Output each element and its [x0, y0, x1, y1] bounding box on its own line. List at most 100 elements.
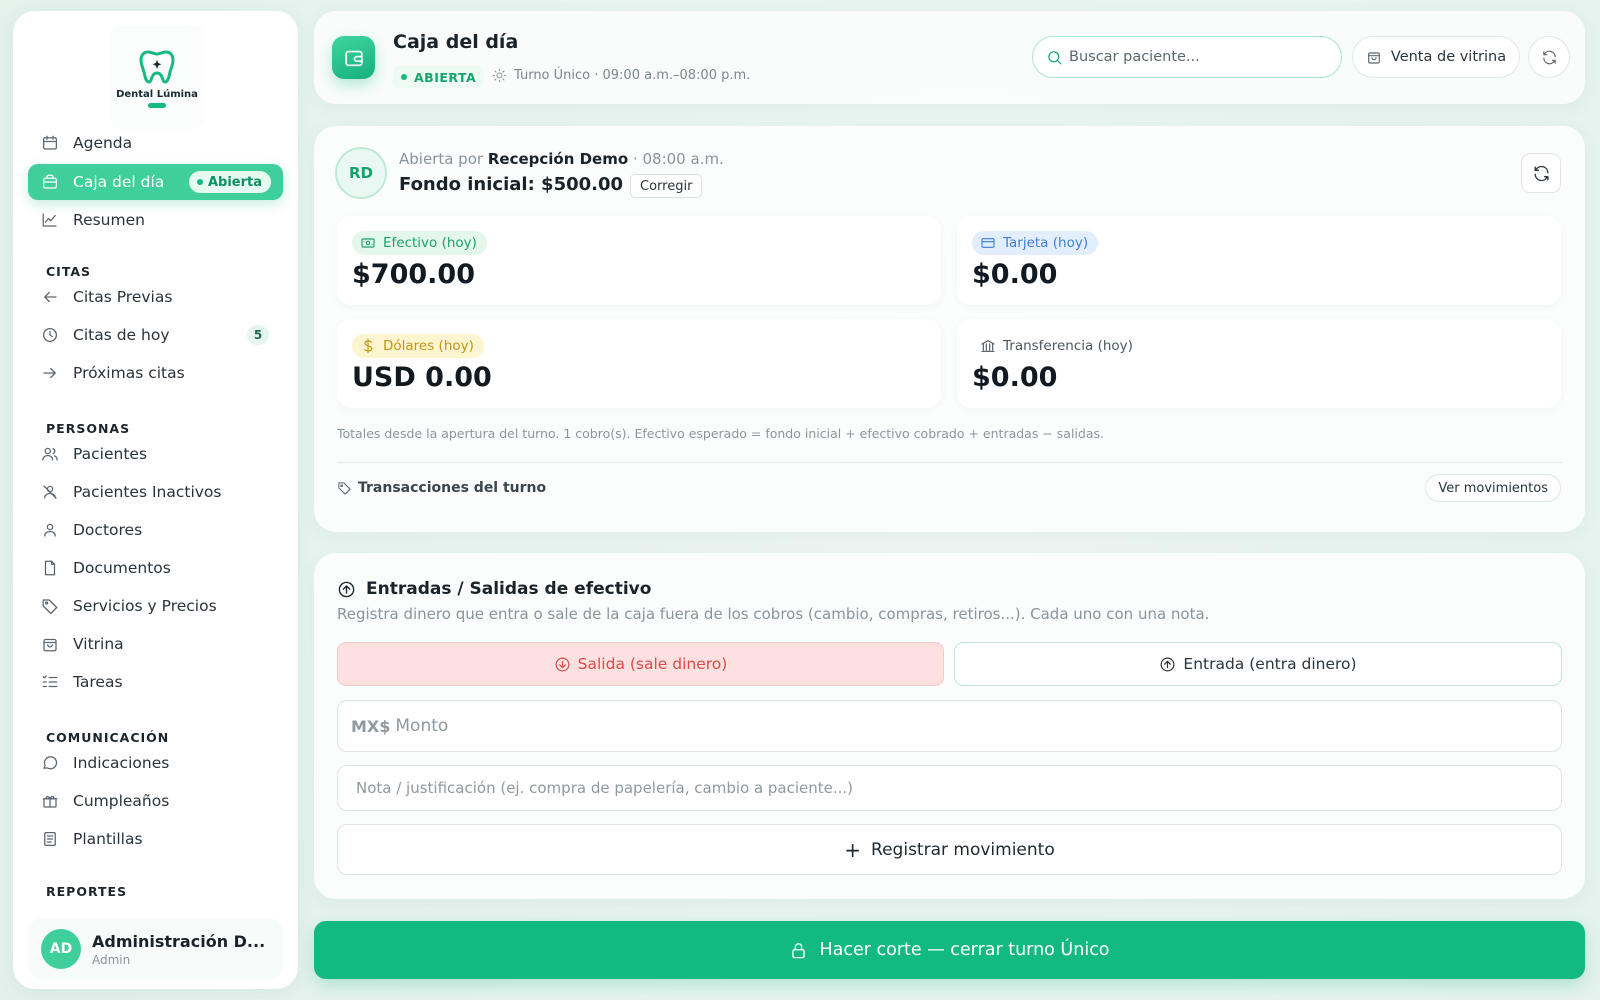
section-label-personas: PERSONAS: [46, 421, 131, 436]
dollar-icon: [364, 338, 373, 354]
totals-note: Totales desde la apertura del turno. 1 c…: [337, 426, 1104, 441]
status-badge: ABIERTA: [393, 66, 485, 88]
stat-cash: Efectivo (hoy) $700.00: [337, 216, 941, 305]
chat-icon: [43, 756, 58, 770]
sidebar-item-label: Próximas citas: [73, 364, 185, 382]
sidebar-item-documentos[interactable]: Documentos: [28, 550, 283, 586]
arrow-left-icon: [44, 291, 57, 303]
user-name: Administración D...: [92, 931, 266, 951]
user-role: Admin: [92, 952, 131, 967]
status-pill: Abierta: [188, 171, 271, 193]
sidebar-item-label: Tareas: [73, 673, 123, 691]
sidebar-item-tareas[interactable]: Tareas: [28, 664, 283, 700]
avatar: AD: [41, 929, 81, 969]
stat-transfer: Transferencia (hoy) $0.00: [957, 319, 1561, 408]
brand-name: Dental Lúmina: [116, 89, 198, 100]
sidebar-item-agenda[interactable]: Agenda: [28, 125, 283, 161]
initial-fund: Fondo inicial: $500.00: [399, 174, 624, 195]
register-movement-button[interactable]: + Registrar movimiento: [337, 824, 1562, 875]
search-input[interactable]: [1069, 49, 1319, 65]
tag-icon: [42, 599, 58, 615]
amount-input[interactable]: [395, 716, 1496, 736]
arrow-down-circle-icon: [555, 657, 570, 671]
sidebar-item-label: Doctores: [73, 521, 143, 539]
user-x-icon: [43, 485, 57, 499]
note-field[interactable]: [337, 765, 1562, 811]
wallet-icon: [332, 36, 375, 79]
list-check-icon: [42, 675, 58, 688]
gift-icon: [42, 795, 58, 808]
search-icon: [1048, 50, 1062, 64]
cash-movements-card: Entradas / Salidas de efectivo Registra …: [314, 553, 1585, 899]
stat-value: $0.00: [972, 362, 1058, 393]
user-icon: [44, 523, 56, 537]
count-badge: 5: [247, 325, 269, 345]
ver-movimientos-button[interactable]: Ver movimientos: [1425, 474, 1561, 502]
stat-label: Transferencia (hoy): [972, 334, 1143, 358]
sidebar-item-doctores[interactable]: Doctores: [28, 512, 283, 548]
sidebar-item-label: Citas Previas: [73, 288, 173, 306]
shift-info: Turno Único · 09:00 a.m.–08:00 p.m.: [492, 68, 750, 83]
corregir-button[interactable]: Corregir: [630, 174, 703, 198]
note-input[interactable]: [356, 779, 1536, 797]
sidebar-item-proximas-citas[interactable]: Próximas citas: [28, 355, 283, 391]
stat-card: Tarjeta (hoy) $0.00: [957, 216, 1561, 305]
sidebar-item-label: Resumen: [73, 211, 145, 229]
sidebar-item-pacientes[interactable]: Pacientes: [28, 436, 283, 472]
stat-value: $700.00: [352, 259, 475, 290]
sidebar-item-servicios-y-precios[interactable]: Servicios y Precios: [28, 588, 283, 624]
sidebar-item-resumen[interactable]: Resumen: [28, 202, 283, 238]
avatar: RD: [335, 147, 387, 199]
user-card[interactable]: AD Administración D... Admin: [28, 918, 283, 980]
sidebar-item-label: Documentos: [73, 559, 171, 577]
card-icon: [981, 238, 995, 248]
sidebar-item-indicaciones[interactable]: Indicaciones: [28, 745, 283, 781]
sidebar-item-label: Cumpleaños: [73, 792, 170, 810]
arrow-right-icon: [43, 367, 56, 379]
entrada-toggle[interactable]: Entrada (entra dinero): [954, 642, 1562, 686]
template-icon: [44, 831, 56, 847]
header-refresh-button[interactable]: [1528, 36, 1570, 78]
sun-icon: [492, 68, 507, 83]
vitrina-sale-button[interactable]: Venta de vitrina: [1352, 36, 1520, 78]
file-icon: [44, 560, 56, 576]
sidebar-item-label: Vitrina: [73, 635, 124, 653]
transactions-title: Transacciones del turno: [337, 480, 546, 496]
lock-icon: [792, 942, 806, 958]
sidebar-item-label: Caja del día: [73, 173, 165, 191]
refresh-icon: [1542, 50, 1556, 64]
stat-label: Efectivo (hoy): [352, 231, 487, 255]
sidebar-item-cumpleanos[interactable]: Cumpleaños: [28, 783, 283, 819]
sidebar-item-caja-del-dia[interactable]: Caja del día Abierta: [28, 164, 283, 200]
patient-search[interactable]: [1032, 36, 1342, 78]
sidebar-item-vitrina[interactable]: Vitrina: [28, 626, 283, 662]
section-label-comunicacion: COMUNICACIÓN: [46, 730, 170, 745]
tags-icon: [338, 481, 351, 495]
arrow-up-circle-icon: [1160, 657, 1175, 671]
close-shift-button[interactable]: Hacer corte — cerrar turno Único: [314, 921, 1585, 979]
plus-icon: +: [844, 837, 862, 862]
sidebar-item-label: Pacientes: [73, 445, 148, 463]
bag-icon: [1368, 52, 1380, 64]
stat-label: Tarjeta (hoy): [972, 231, 1099, 255]
section-label-citas: CITAS: [46, 264, 92, 279]
salida-toggle[interactable]: Salida (sale dinero): [337, 642, 944, 686]
sidebar-item-label: Agenda: [73, 134, 133, 152]
tooth-logo-icon: [139, 50, 175, 84]
opened-by-name: Recepción Demo: [487, 150, 629, 168]
arrow-up-circle-icon: [338, 581, 355, 597]
sidebar-item-pacientes-inactivos[interactable]: Pacientes Inactivos: [28, 474, 283, 510]
amount-field[interactable]: MX$: [337, 700, 1562, 752]
stat-value: USD 0.00: [352, 362, 492, 393]
calendar-icon: [42, 135, 58, 150]
brand-logo[interactable]: Dental Lúmina: [110, 25, 204, 129]
sidebar-item-label: Servicios y Precios: [73, 597, 217, 615]
bag-icon: [43, 638, 57, 652]
sidebar-item-citas-de-hoy[interactable]: Citas de hoy 5: [28, 317, 283, 353]
sidebar-item-citas-previas[interactable]: Citas Previas: [28, 279, 283, 315]
stat-label: Dólares (hoy): [352, 334, 484, 358]
summary-refresh-button[interactable]: [1521, 153, 1561, 193]
wallet-icon: [42, 174, 58, 189]
page-title: Caja del día: [393, 31, 519, 53]
sidebar-item-plantillas[interactable]: Plantillas: [28, 821, 283, 857]
